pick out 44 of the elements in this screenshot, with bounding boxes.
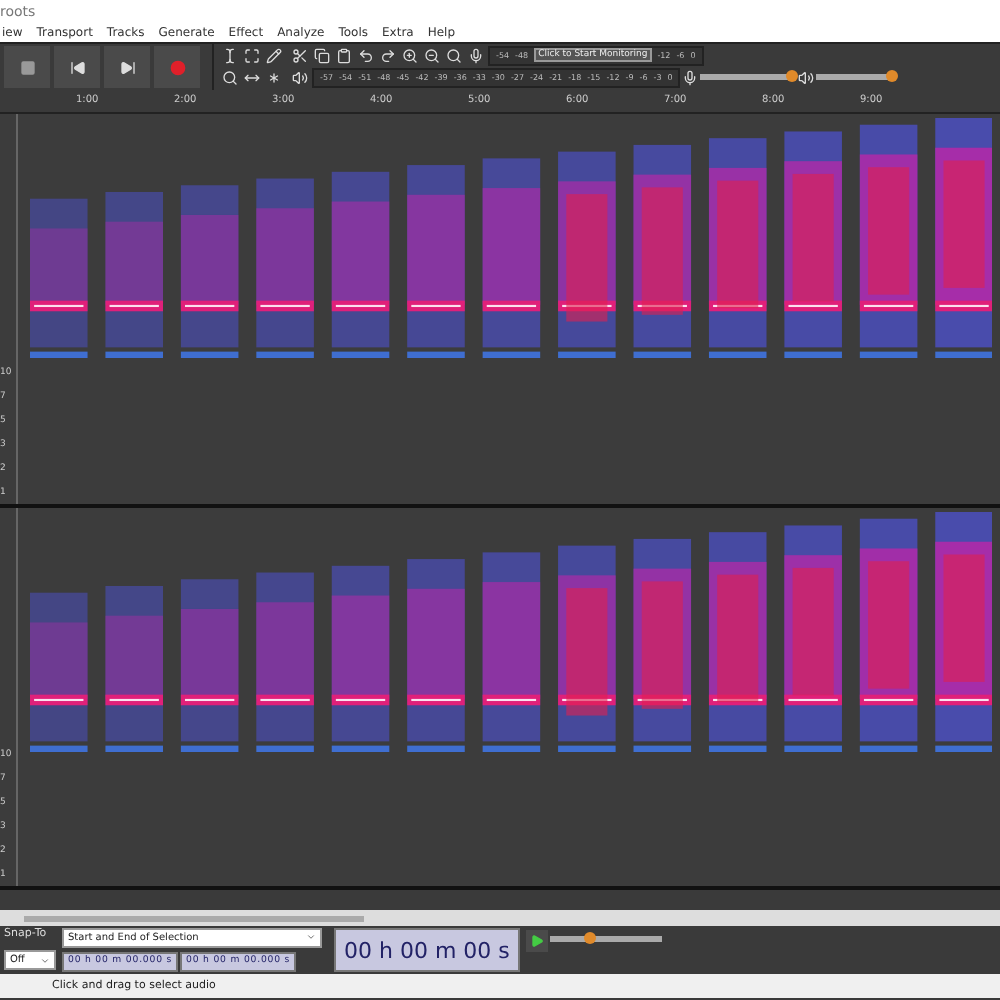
undo-icon [358, 47, 374, 63]
zoom-out-button[interactable] [422, 45, 442, 65]
stop-icon [19, 59, 35, 75]
arrows-icon [244, 70, 260, 86]
search-button[interactable] [444, 45, 464, 65]
scissors-button[interactable] [290, 45, 310, 65]
microphone-icon [468, 47, 484, 63]
zoom-icon [222, 70, 238, 86]
undo-button[interactable] [356, 45, 376, 65]
zoom-in-button[interactable] [400, 45, 420, 65]
speed-slider[interactable] [549, 936, 662, 942]
asterisk-icon [266, 70, 282, 86]
microphone-icon [682, 69, 699, 85]
play-at-speed-button[interactable] [525, 930, 548, 952]
scissors-icon [292, 47, 308, 63]
skip-to-end-button[interactable] [104, 46, 150, 88]
pencil-icon [266, 48, 282, 64]
skip-to-start-button[interactable] [54, 46, 100, 88]
zoom-in-icon [402, 47, 418, 63]
speaker-icon [292, 69, 308, 85]
clipboard-icon [336, 47, 352, 63]
zoom-tool[interactable] [220, 68, 240, 88]
copy-icon [314, 47, 330, 63]
selection-tool[interactable] [220, 46, 240, 66]
speaker-icon [798, 69, 815, 85]
speaker-button[interactable] [290, 67, 310, 87]
skip-forward-icon [119, 59, 135, 75]
search-icon [446, 47, 462, 63]
scrollbar-thumb[interactable] [24, 915, 364, 921]
record-icon [169, 59, 185, 75]
text-cursor-icon [222, 48, 238, 64]
microphone-button[interactable] [466, 45, 486, 65]
record-volume-slider[interactable] [700, 74, 797, 80]
skip-back-icon [69, 59, 85, 75]
copy-button[interactable] [312, 45, 332, 65]
playback-volume-slider[interactable] [816, 74, 897, 80]
redo-icon [380, 47, 396, 63]
time-display: 00 h 00 m 00 s [334, 928, 520, 972]
caret-icon [40, 955, 50, 965]
stop-button[interactable] [4, 46, 50, 88]
zoom-out-icon [424, 47, 440, 63]
caret-icon [306, 932, 316, 943]
play-icon [529, 934, 544, 948]
clipboard-button[interactable] [334, 45, 354, 65]
